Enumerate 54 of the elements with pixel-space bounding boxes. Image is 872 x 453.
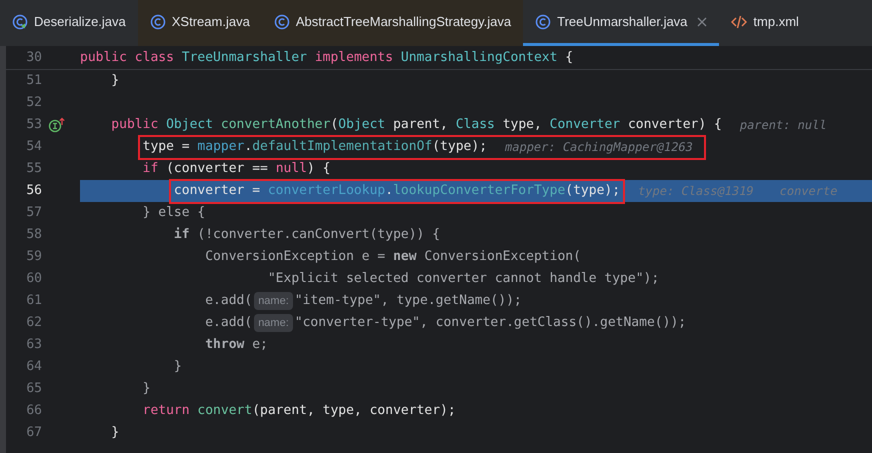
code-tag-icon (731, 14, 748, 28)
line-number: 66 (25, 402, 42, 420)
code-text: "Explicit selected converter cannot handle type"); (266, 270, 660, 288)
editor-tab[interactable]: Deserialize.java (0, 0, 138, 46)
line-number: 64 (25, 358, 42, 376)
code-text: return convert(parent, type, converter); (142, 402, 456, 420)
line-number: 59 (25, 248, 42, 266)
sticky-code-line: public class TreeUnmarshaller implements UnmarshallingContext { (80, 48, 574, 67)
line-number: 57 (25, 204, 42, 222)
line-number: 53 (25, 116, 42, 134)
line-number: 52 (25, 94, 42, 112)
editor-tab[interactable]: tmp.xml (719, 0, 811, 46)
code-text: } else { (142, 204, 206, 222)
code-text: ConversionException e = new ConversionException( (204, 248, 581, 266)
code-text: } (110, 72, 120, 90)
code-text: type = mapper.defaultImplementationOf(type); (142, 138, 488, 156)
line-number: 60 (25, 270, 42, 288)
editor-tab[interactable]: AbstractTreeMarshallingStrategy.java (262, 0, 524, 46)
editor-tab[interactable]: XStream.java (138, 0, 262, 46)
debug-value-hint: converte (780, 183, 838, 200)
debug-value-hint: mapper: CachingMapper@1263 (505, 139, 693, 156)
class-icon (150, 14, 166, 30)
line-number: 54 (25, 138, 42, 156)
class-run-icon (12, 14, 28, 30)
line-number: 61 (25, 292, 42, 310)
line-number: 56 (25, 182, 42, 200)
line-number: 58 (25, 226, 42, 244)
code-text: e.add( (204, 314, 252, 332)
code-text: } (142, 380, 150, 398)
code-text: } (172, 358, 182, 376)
code-text: if (!converter.canConvert(type)) { (172, 226, 440, 244)
line-number: 55 (25, 160, 42, 178)
code-text: public Object convertAnother(Object parent, Class type, Converter converter) { (110, 116, 722, 134)
parameter-name-hint: name: (254, 314, 293, 332)
code-text: e.add( (204, 292, 252, 310)
line-number: 51 (25, 72, 42, 90)
code-text: } (110, 424, 120, 442)
class-icon (535, 14, 552, 30)
line-number: 30 (25, 48, 42, 67)
line-number: 63 (25, 336, 42, 354)
line-number: 67 (25, 424, 42, 442)
close-icon[interactable] (697, 16, 708, 26)
code-text: if (converter == null) { (142, 160, 330, 178)
code-text: "item-type", type.getName()); (294, 292, 522, 310)
debug-value-hint: parent: null (740, 117, 827, 134)
line-number: 62 (25, 314, 42, 332)
parameter-name-hint: name: (254, 292, 293, 310)
code-text: converter = converterLookup.lookupConverterForType(type); (174, 182, 620, 200)
class-icon (274, 14, 290, 30)
implements-method-icon[interactable] (48, 117, 66, 133)
code-text: throw e; (204, 336, 268, 354)
code-text: "converter-type", converter.getClass().getName()); (294, 314, 686, 332)
debug-value-hint: type: Class@1319 (638, 183, 754, 200)
line-number: 65 (25, 380, 42, 398)
